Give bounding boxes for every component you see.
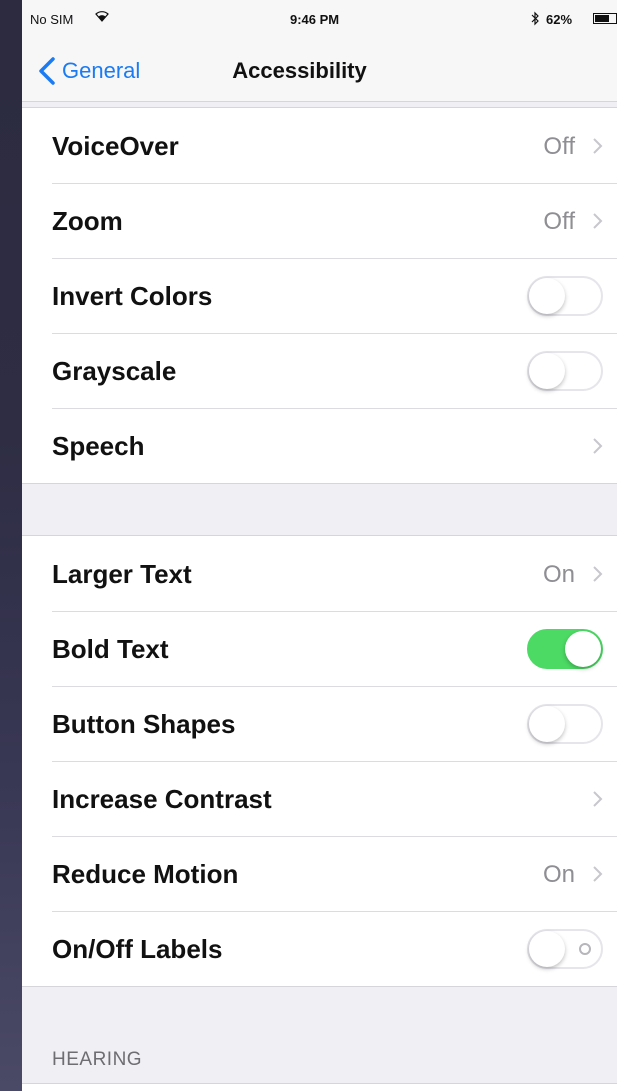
row-label: Larger Text xyxy=(52,559,192,589)
carrier-label: No SIM xyxy=(30,12,74,27)
row-value: Off xyxy=(543,208,575,235)
settings-row-larger-text[interactable]: Larger Text On xyxy=(22,536,617,611)
row-label: VoiceOver xyxy=(52,131,179,161)
page-title: Accessibility xyxy=(232,58,367,83)
chevron-right-icon xyxy=(593,566,603,582)
row-value: On xyxy=(542,561,575,588)
toggle-knob xyxy=(529,706,565,742)
settings-row-speech[interactable]: Speech xyxy=(22,408,617,483)
row-label: Invert Colors xyxy=(52,281,213,311)
toggle-knob xyxy=(565,631,601,667)
status-time: 9:46 PM xyxy=(290,12,340,27)
settings-row-reduce-motion[interactable]: Reduce Motion On xyxy=(22,836,617,911)
bluetooth-icon xyxy=(530,11,540,29)
row-label: Grayscale xyxy=(52,356,177,386)
row-label: Increase Contrast xyxy=(52,784,272,814)
navigation-bar: General Accessibility xyxy=(22,40,617,102)
chevron-right-icon xyxy=(593,438,603,454)
row-value: Off xyxy=(543,133,575,160)
grayscale-toggle[interactable] xyxy=(527,351,603,391)
row-label: Reduce Motion xyxy=(52,859,239,889)
invert-colors-toggle[interactable] xyxy=(527,276,603,316)
settings-row-grayscale[interactable]: Grayscale xyxy=(22,333,617,408)
settings-group-general: VoiceOver Off Zoom Off Invert Colors Grayscal… xyxy=(22,107,617,484)
battery-level xyxy=(595,15,609,22)
row-label: On/Off Labels xyxy=(52,934,223,964)
toggle-knob xyxy=(529,931,565,967)
row-label: Button Shapes xyxy=(52,709,236,739)
chevron-right-icon xyxy=(593,866,603,882)
battery-icon xyxy=(593,13,617,24)
settings-row-on-off-labels[interactable]: On/Off Labels xyxy=(22,911,617,986)
row-label: Bold Text xyxy=(52,634,169,664)
off-label-ring-icon xyxy=(579,943,591,955)
settings-group-hearing xyxy=(22,1083,617,1091)
row-label: Zoom xyxy=(52,206,123,236)
bold-text-toggle[interactable] xyxy=(527,629,603,669)
chevron-right-icon xyxy=(593,213,603,229)
chevron-right-icon xyxy=(593,138,603,154)
settings-row-increase-contrast[interactable]: Increase Contrast xyxy=(22,761,617,836)
toggle-knob xyxy=(529,353,565,389)
status-bar: No SIM 9:46 PM 62% xyxy=(22,0,617,40)
section-header-hearing: HEARING xyxy=(52,1049,143,1070)
settings-group-display: Larger Text On Bold Text Button Shapes Incre… xyxy=(22,535,617,987)
settings-row-button-shapes[interactable]: Button Shapes xyxy=(22,686,617,761)
battery-percent: 62% xyxy=(546,12,573,27)
row-value: On xyxy=(542,861,575,888)
row-label: Speech xyxy=(52,431,145,461)
settings-row-invert-colors[interactable]: Invert Colors xyxy=(22,258,617,333)
settings-row-zoom[interactable]: Zoom Off xyxy=(22,183,617,258)
settings-row-bold-text[interactable]: Bold Text xyxy=(22,611,617,686)
toggle-knob xyxy=(529,278,565,314)
chevron-right-icon xyxy=(593,791,603,807)
settings-row-voiceover[interactable]: VoiceOver Off xyxy=(22,108,617,183)
button-shapes-toggle[interactable] xyxy=(527,704,603,744)
wifi-icon xyxy=(95,10,109,25)
on-off-labels-toggle[interactable] xyxy=(527,929,603,969)
settings-screen: No SIM 9:46 PM 62% General Accessibility… xyxy=(22,0,617,1091)
